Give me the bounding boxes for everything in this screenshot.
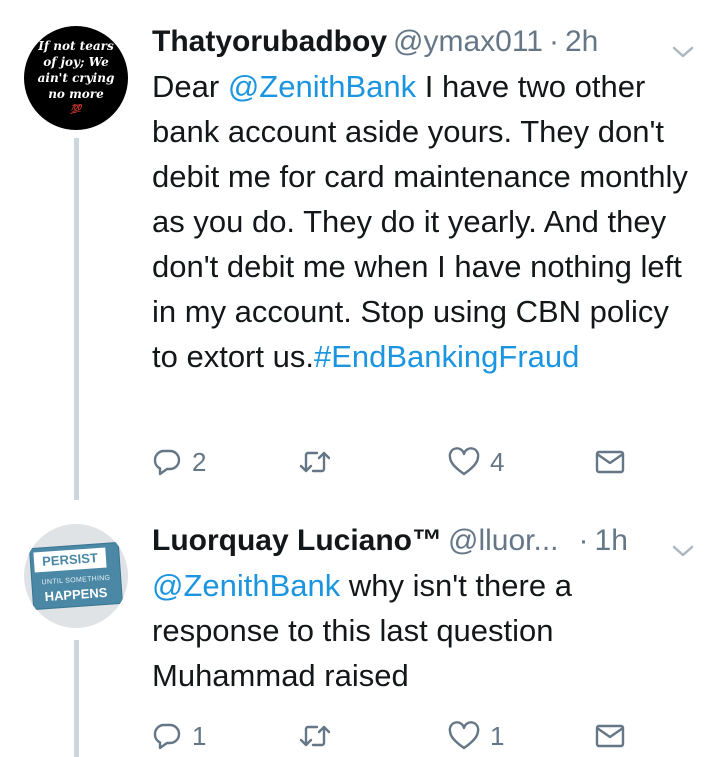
direct-message-icon	[594, 448, 626, 476]
like-button[interactable]: 4	[448, 442, 504, 482]
timestamp[interactable]: 1h	[595, 524, 628, 558]
avatar-line: of joy; We	[43, 55, 109, 69]
retweet-icon	[298, 447, 332, 477]
reply-icon	[152, 721, 182, 751]
hashtag-link[interactable]: #EndBankingFraud	[314, 339, 579, 374]
tweet-text: @ZenithBank why isn't there a response t…	[152, 563, 702, 698]
tweet-actions: 2 4	[152, 442, 632, 482]
avatar-line: If not tears	[38, 39, 114, 53]
avatar-text: If not tears of joy; We ain't crying no …	[24, 26, 128, 130]
tweet-header: Luorquay Luciano™ @lluor... · 1h	[152, 521, 700, 561]
direct-message-icon	[594, 722, 626, 750]
retweet-icon	[298, 721, 332, 751]
author-name[interactable]: Luorquay Luciano™	[152, 524, 442, 558]
author-handle[interactable]: @lluor...	[448, 524, 559, 558]
reply-count: 1	[192, 720, 207, 751]
chevron-down-icon[interactable]	[670, 533, 696, 557]
thread-line	[74, 640, 79, 757]
tweet-text-segment: Dear	[152, 69, 228, 104]
direct-message-button[interactable]	[594, 442, 626, 482]
heart-icon	[448, 447, 480, 477]
retweet-button[interactable]	[298, 442, 342, 482]
mention-link[interactable]: @ZenithBank	[152, 568, 340, 603]
tweet-actions: 1 1	[152, 716, 632, 756]
like-count: 1	[490, 720, 505, 751]
timestamp[interactable]: 2h	[565, 25, 598, 59]
separator: ·	[548, 25, 559, 58]
like-button[interactable]: 1	[448, 716, 504, 756]
hundred-emoji: 💯	[70, 105, 82, 115]
tweet[interactable]: PERSIST UNTIL SOMETHING HAPPENS Luorquay…	[0, 500, 720, 757]
mention-link[interactable]: @ZenithBank	[228, 69, 416, 104]
author-name[interactable]: Thatyorubadboy	[152, 25, 387, 59]
retweet-button[interactable]	[298, 716, 342, 756]
like-count: 4	[490, 446, 505, 477]
thread-line	[74, 138, 79, 500]
reply-button[interactable]: 1	[152, 716, 206, 756]
separator: ·	[578, 524, 589, 557]
avatar[interactable]: If not tears of joy; We ain't crying no …	[24, 26, 128, 130]
chevron-down-icon[interactable]	[670, 34, 696, 58]
tweet-text: Dear @ZenithBank I have two other bank a…	[152, 64, 702, 379]
reply-count: 2	[192, 446, 207, 477]
tweet[interactable]: If not tears of joy; We ain't crying no …	[0, 0, 720, 500]
tweet-header: Thatyorubadboy @ymax011 · 2h	[152, 22, 700, 62]
avatar-line: no more 💯	[48, 86, 104, 118]
direct-message-button[interactable]	[594, 716, 626, 756]
heart-icon	[448, 721, 480, 751]
reply-button[interactable]: 2	[152, 442, 206, 482]
reply-icon	[152, 447, 182, 477]
avatar[interactable]: PERSIST UNTIL SOMETHING HAPPENS	[24, 524, 128, 628]
author-handle[interactable]: @ymax011	[393, 25, 543, 59]
tweet-text-segment: I have two other bank account aside your…	[152, 69, 688, 374]
avatar-line: ain't crying	[37, 71, 115, 85]
